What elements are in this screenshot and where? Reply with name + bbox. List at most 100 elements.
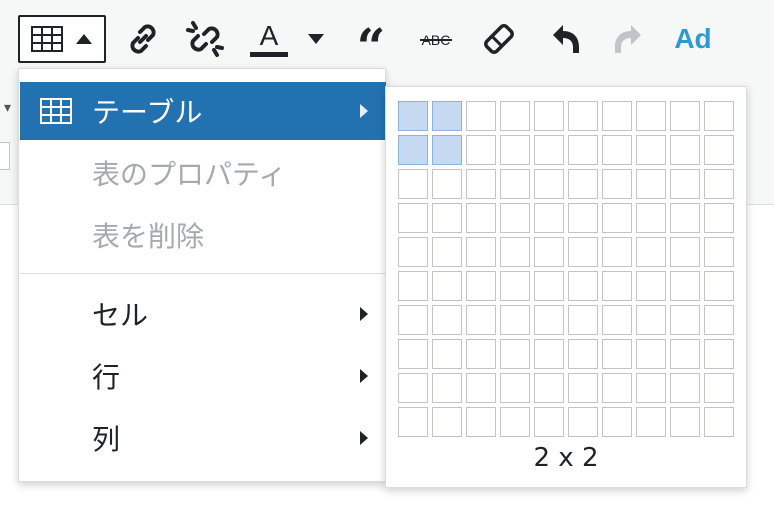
grid-cell[interactable] [636, 305, 666, 335]
grid-cell[interactable] [704, 373, 734, 403]
grid-cell[interactable] [398, 339, 428, 369]
insert-link-button[interactable] [118, 14, 168, 64]
grid-cell[interactable] [534, 101, 564, 131]
grid-cell[interactable] [636, 237, 666, 267]
grid-cell[interactable] [602, 101, 632, 131]
grid-cell[interactable] [500, 203, 530, 233]
grid-cell[interactable] [602, 339, 632, 369]
grid-cell[interactable] [432, 339, 462, 369]
grid-cell[interactable] [602, 203, 632, 233]
grid-cell[interactable] [670, 203, 700, 233]
remove-link-button[interactable] [180, 14, 230, 64]
grid-cell[interactable] [568, 305, 598, 335]
grid-cell[interactable] [602, 169, 632, 199]
grid-cell[interactable] [398, 407, 428, 437]
grid-cell[interactable] [670, 101, 700, 131]
grid-cell[interactable] [704, 101, 734, 131]
grid-cell[interactable] [636, 101, 666, 131]
grid-cell[interactable] [466, 101, 496, 131]
grid-cell[interactable] [432, 101, 462, 131]
grid-cell[interactable] [432, 373, 462, 403]
grid-cell[interactable] [568, 373, 598, 403]
grid-cell[interactable] [670, 373, 700, 403]
grid-cell[interactable] [432, 305, 462, 335]
grid-cell[interactable] [704, 203, 734, 233]
grid-cell[interactable] [602, 407, 632, 437]
grid-cell[interactable] [466, 305, 496, 335]
grid-cell[interactable] [670, 271, 700, 301]
grid-cell[interactable] [398, 101, 428, 131]
grid-cell[interactable] [466, 203, 496, 233]
grid-cell[interactable] [568, 271, 598, 301]
grid-cell[interactable] [466, 339, 496, 369]
grid-cell[interactable] [500, 169, 530, 199]
grid-cell[interactable] [568, 169, 598, 199]
grid-cell[interactable] [500, 271, 530, 301]
grid-cell[interactable] [432, 135, 462, 165]
grid-cell[interactable] [602, 135, 632, 165]
grid-cell[interactable] [466, 169, 496, 199]
grid-cell[interactable] [500, 237, 530, 267]
grid-cell[interactable] [568, 101, 598, 131]
grid-cell[interactable] [602, 305, 632, 335]
grid-cell[interactable] [534, 271, 564, 301]
text-color-dropdown[interactable] [300, 14, 332, 64]
grid-cell[interactable] [670, 169, 700, 199]
grid-cell[interactable] [398, 305, 428, 335]
grid-cell[interactable] [636, 339, 666, 369]
grid-cell[interactable] [398, 237, 428, 267]
grid-cell[interactable] [398, 169, 428, 199]
grid-cell[interactable] [398, 135, 428, 165]
menu-item-delete-table[interactable]: 表を削除 [20, 206, 386, 264]
grid-cell[interactable] [602, 237, 632, 267]
grid-cell[interactable] [466, 237, 496, 267]
grid-cell[interactable] [500, 101, 530, 131]
grid-cell[interactable] [466, 373, 496, 403]
strikethrough-button[interactable]: ABC [410, 14, 462, 64]
grid-cell[interactable] [500, 305, 530, 335]
grid-cell[interactable] [704, 407, 734, 437]
blockquote-button[interactable]: “ [346, 14, 396, 72]
grid-cell[interactable] [636, 135, 666, 165]
grid-cell[interactable] [568, 339, 598, 369]
grid-cell[interactable] [500, 339, 530, 369]
grid-cell[interactable] [636, 169, 666, 199]
grid-cell[interactable] [534, 407, 564, 437]
grid-cell[interactable] [670, 305, 700, 335]
grid-cell[interactable] [432, 271, 462, 301]
menu-item-cell[interactable]: セル [20, 285, 386, 343]
grid-cell[interactable] [704, 237, 734, 267]
grid-cell[interactable] [500, 135, 530, 165]
grid-cell[interactable] [636, 373, 666, 403]
grid-cell[interactable] [568, 135, 598, 165]
clear-formatting-button[interactable] [474, 14, 524, 64]
grid-cell[interactable] [534, 135, 564, 165]
table-button[interactable] [18, 15, 106, 63]
grid-cell[interactable] [466, 407, 496, 437]
grid-cell[interactable] [500, 407, 530, 437]
grid-cell[interactable] [398, 271, 428, 301]
grid-cell[interactable] [534, 169, 564, 199]
grid-cell[interactable] [432, 407, 462, 437]
grid-cell[interactable] [568, 203, 598, 233]
menu-item-column[interactable]: 列 [20, 409, 386, 467]
grid-cell[interactable] [432, 169, 462, 199]
grid-cell[interactable] [466, 135, 496, 165]
grid-cell[interactable] [670, 407, 700, 437]
grid-cell[interactable] [602, 373, 632, 403]
undo-button[interactable] [540, 14, 590, 64]
grid-cell[interactable] [534, 305, 564, 335]
grid-cell[interactable] [398, 373, 428, 403]
grid-cell[interactable] [670, 237, 700, 267]
grid-cell[interactable] [466, 271, 496, 301]
menu-item-table[interactable]: テーブル [20, 82, 386, 140]
grid-cell[interactable] [534, 339, 564, 369]
grid-cell[interactable] [534, 373, 564, 403]
grid-cell[interactable] [636, 203, 666, 233]
grid-cell[interactable] [704, 169, 734, 199]
grid-cell[interactable] [398, 203, 428, 233]
grid-cell[interactable] [568, 237, 598, 267]
grid-cell[interactable] [670, 135, 700, 165]
grid-cell[interactable] [704, 271, 734, 301]
grid-cell[interactable] [534, 237, 564, 267]
